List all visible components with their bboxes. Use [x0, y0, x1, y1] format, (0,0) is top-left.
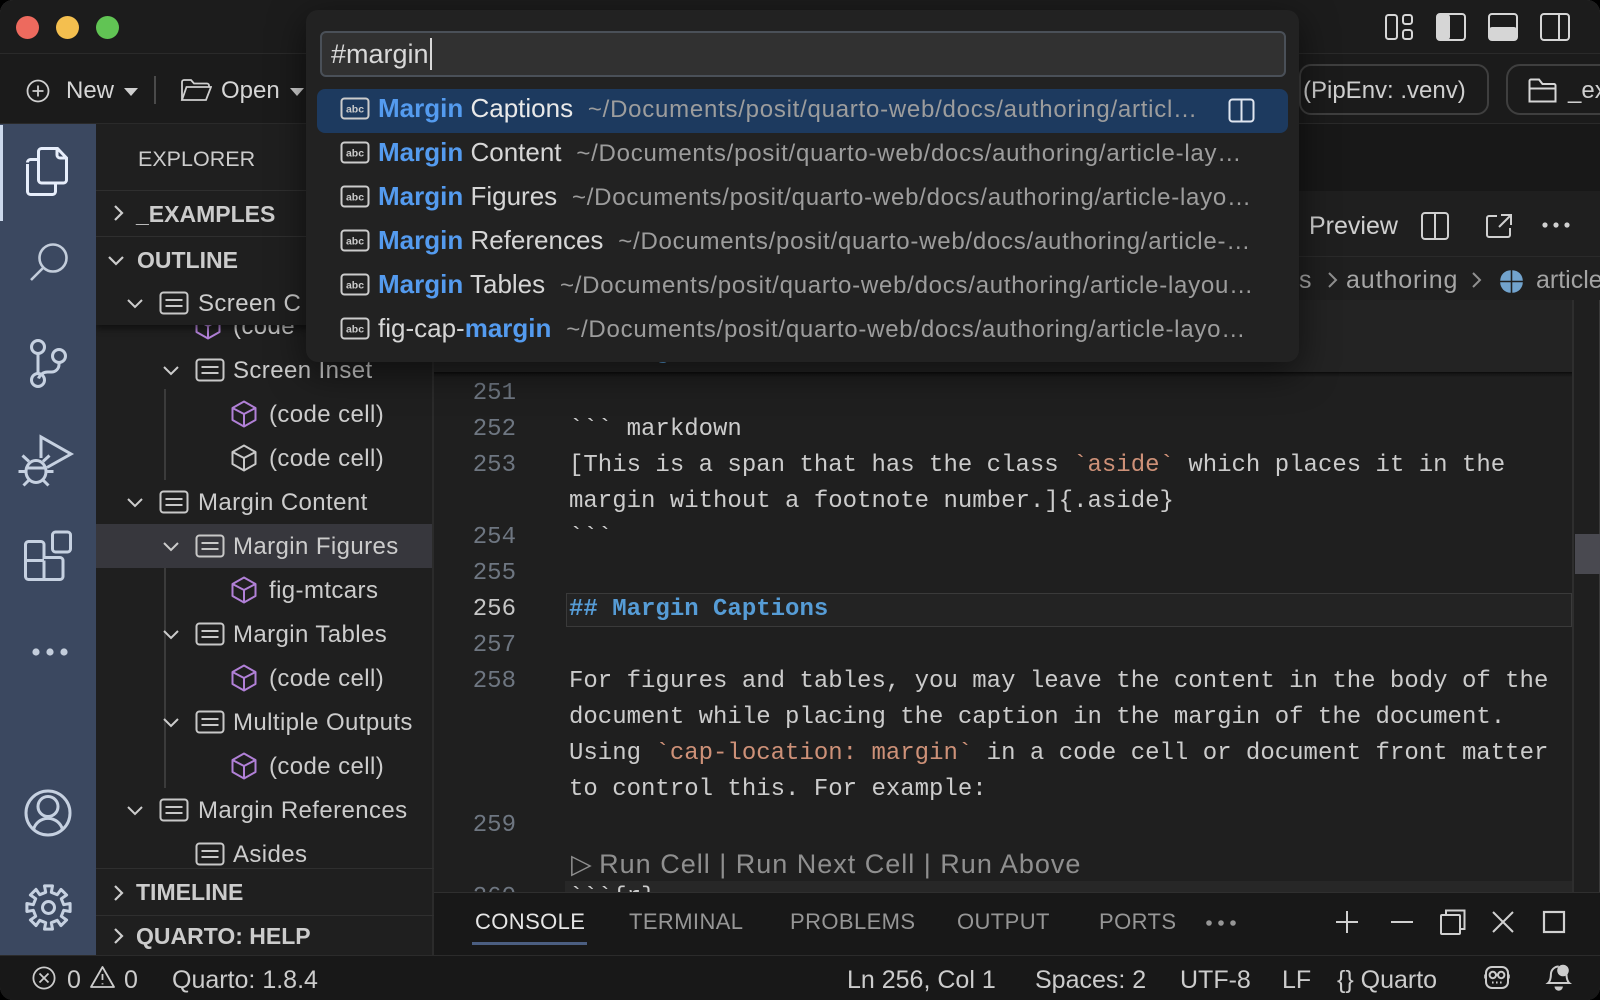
svg-text:abc: abc [346, 192, 364, 204]
svg-text:abc: abc [346, 236, 364, 248]
svg-text:abc: abc [346, 148, 364, 160]
svg-text:abc: abc [346, 104, 364, 116]
svg-text:abc: abc [346, 324, 364, 336]
svg-text:abc: abc [346, 280, 364, 292]
